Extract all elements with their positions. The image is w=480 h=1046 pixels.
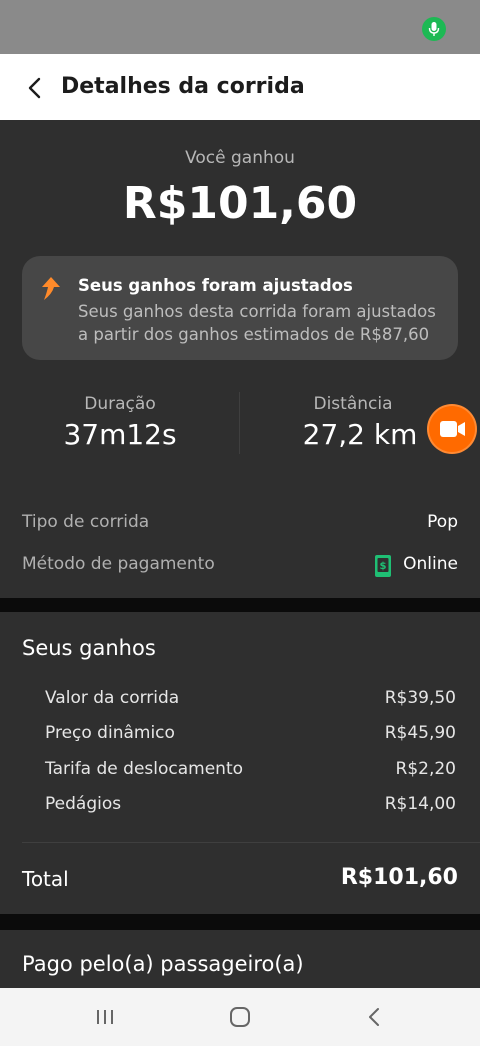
- passenger-payment-panel: Pago pelo(a) passageiro(a): [0, 930, 480, 990]
- breakdown-item-label: Preço dinâmico: [45, 723, 175, 743]
- status-bar: [0, 0, 480, 54]
- arrow-up-right-icon: [40, 276, 62, 302]
- breakdown-item-value: R$39,50: [384, 688, 456, 708]
- total-divider: [22, 842, 480, 843]
- adjustment-card: Seus ganhos foram ajustados Seus ganhos …: [22, 256, 458, 360]
- earnings-breakdown-panel: Seus ganhos Valor da corrida R$39,50 Pre…: [0, 612, 480, 914]
- earnings-label: Você ganhou: [185, 148, 295, 168]
- stats-divider: [239, 392, 240, 454]
- ride-type-value: Pop: [427, 512, 458, 532]
- passenger-section-title: Pago pelo(a) passageiro(a): [22, 952, 304, 976]
- breakdown-item-value: R$14,00: [384, 794, 456, 814]
- back-nav-icon[interactable]: [360, 1004, 390, 1030]
- earnings-section-title: Seus ganhos: [22, 636, 156, 660]
- phone-money-icon: $: [374, 554, 392, 578]
- back-arrow-icon[interactable]: [22, 74, 50, 102]
- distance-label: Distância: [313, 394, 393, 414]
- breakdown-item-label: Pedágios: [45, 794, 122, 814]
- recent-apps-icon[interactable]: [90, 1004, 120, 1030]
- breakdown-item-label: Valor da corrida: [45, 688, 180, 708]
- svg-text:$: $: [380, 561, 387, 572]
- ride-summary-panel: Você ganhou R$101,60 Seus ganhos foram a…: [0, 120, 480, 598]
- adjustment-text: Seus ganhos desta corrida foram ajustado…: [78, 302, 436, 344]
- breakdown-item-value: R$2,20: [395, 759, 456, 779]
- microphone-icon: [422, 17, 446, 41]
- page-title: Detalhes da corrida: [61, 74, 305, 99]
- breakdown-item-label: Tarifa de deslocamento: [45, 759, 244, 779]
- payment-method-value: Online: [403, 554, 458, 574]
- video-camera-icon[interactable]: [429, 406, 475, 452]
- duration-value: 37m12s: [63, 418, 177, 451]
- adjustment-title: Seus ganhos foram ajustados: [78, 276, 353, 295]
- breakdown-item-value: R$45,90: [384, 723, 456, 743]
- app-header: Detalhes da corrida: [0, 54, 480, 120]
- duration-label: Duração: [84, 394, 156, 414]
- earnings-amount: R$101,60: [122, 178, 358, 229]
- system-nav-bar: [0, 988, 480, 1046]
- total-label: Total: [22, 867, 69, 891]
- home-icon[interactable]: [225, 1004, 255, 1030]
- total-value: R$101,60: [340, 865, 458, 890]
- ride-type-label: Tipo de corrida: [22, 512, 150, 532]
- payment-method-label: Método de pagamento: [22, 554, 215, 574]
